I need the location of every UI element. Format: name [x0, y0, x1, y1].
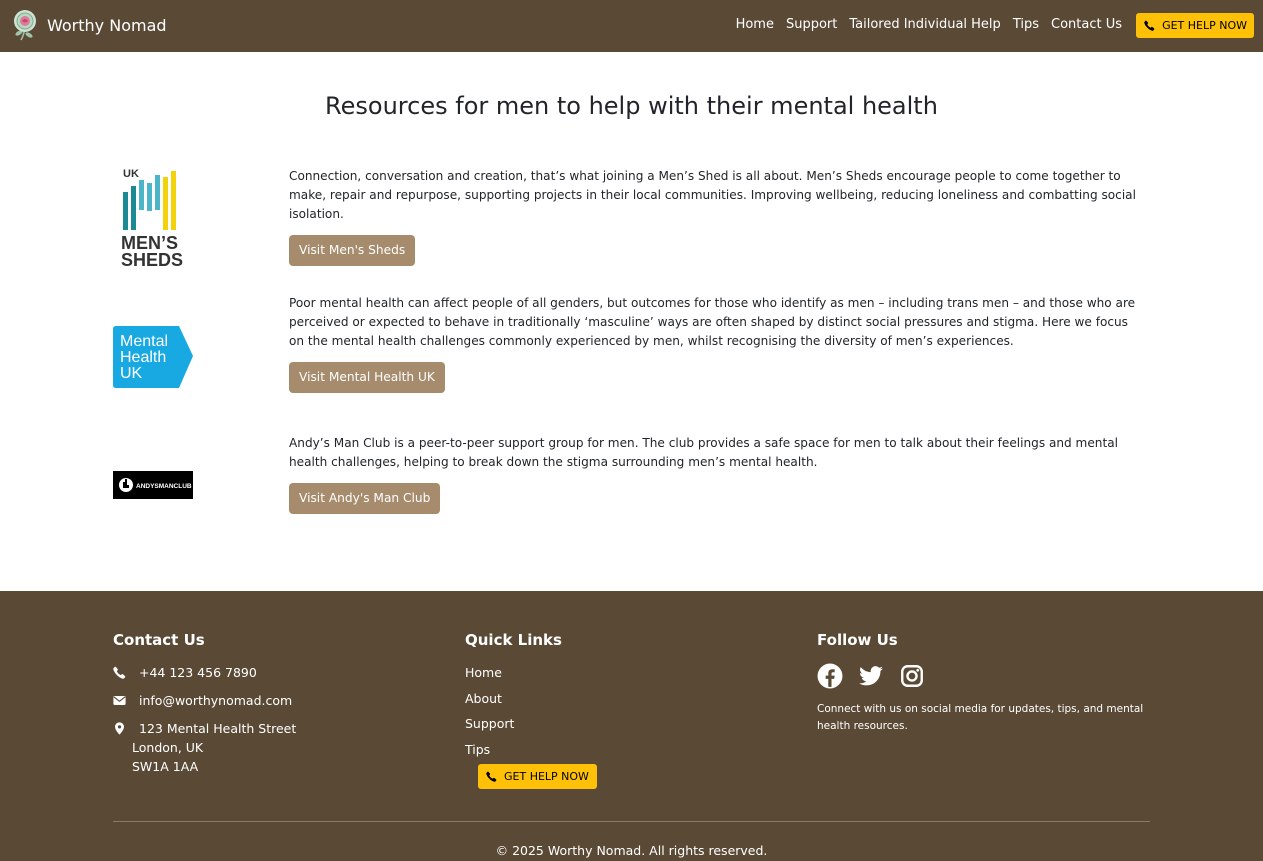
- instagram-icon[interactable]: [899, 663, 925, 689]
- andys-man-club-logo: ANDYSMANCLUB: [113, 471, 193, 499]
- svg-text:SHEDS: SHEDS: [121, 250, 183, 270]
- brand-link[interactable]: Worthy Nomad: [9, 9, 167, 41]
- svg-text:Health: Health: [120, 349, 166, 366]
- footer-quick-links: Quick Links Home About Support Tips: [465, 631, 562, 765]
- footer-get-help-now-button[interactable]: GET HELP NOW: [478, 764, 597, 789]
- nav-links: Home Support Tailored Individual Help Ti…: [724, 17, 1122, 32]
- contact-phone-text: +44 123 456 7890: [139, 665, 257, 680]
- footer-get-help-now-label: GET HELP NOW: [504, 770, 589, 783]
- navbar: Worthy Nomad Home Support Tailored Indiv…: [0, 0, 1263, 52]
- nav-link-tailored-help[interactable]: Tailored Individual Help: [849, 17, 1000, 32]
- footer-divider: [113, 821, 1150, 822]
- visit-andys-man-club-button[interactable]: Visit Andy's Man Club: [289, 483, 441, 514]
- social-icons: [817, 663, 1147, 689]
- contact-address-line3: SW1A 1AA: [132, 759, 199, 774]
- envelope-icon: [113, 696, 126, 705]
- svg-text:Mental: Mental: [120, 333, 168, 350]
- phone-icon: [486, 771, 497, 782]
- footer-link-about[interactable]: About: [465, 689, 562, 708]
- contact-email-text: info@worthynomad.com: [139, 693, 293, 708]
- mental-health-uk-logo: Mental Health UK: [113, 326, 193, 388]
- page-title: Resources for men to help with their men…: [325, 92, 938, 120]
- footer-follow-heading: Follow Us: [817, 631, 898, 649]
- rose-logo-icon: [14, 10, 36, 41]
- map-pin-icon: [115, 722, 124, 735]
- phone-icon: [1144, 20, 1155, 31]
- svg-text:ANDYSMANCLUB: ANDYSMANCLUB: [136, 483, 192, 490]
- nav-link-home[interactable]: Home: [736, 17, 774, 32]
- contact-address-line2: London, UK: [132, 740, 204, 755]
- footer-contact-heading: Contact Us: [113, 631, 205, 649]
- mens-sheds-logo: UK MEN’S SHEDS: [121, 168, 183, 270]
- visit-mental-health-uk-button[interactable]: Visit Mental Health UK: [289, 362, 445, 393]
- footer-follow: Follow Us Connect with us on social medi…: [817, 631, 1147, 735]
- visit-mens-sheds-button[interactable]: Visit Men's Sheds: [289, 235, 416, 266]
- contact-email: info@worthynomad.com: [113, 691, 296, 710]
- resource-body: Poor mental health can affect people of …: [289, 294, 1139, 393]
- footer: Contact Us +44 123 456 7890 info@worthyn…: [0, 591, 1263, 861]
- resource-description: Poor mental health can affect people of …: [289, 296, 1136, 348]
- follow-description: Connect with us on social media for upda…: [817, 703, 1144, 732]
- nav-link-support[interactable]: Support: [786, 17, 837, 32]
- resource-description: Andy’s Man Club is a peer-to-peer suppor…: [289, 436, 1118, 469]
- resource-body: Andy’s Man Club is a peer-to-peer suppor…: [289, 434, 1139, 514]
- get-help-now-label: GET HELP NOW: [1162, 19, 1247, 32]
- brand-name: Worthy Nomad: [47, 15, 167, 35]
- contact-address: 123 Mental Health Street: [113, 719, 296, 738]
- svg-text:UK: UK: [123, 168, 139, 180]
- get-help-now-button[interactable]: GET HELP NOW: [1136, 13, 1254, 38]
- nav-link-tips[interactable]: Tips: [1013, 17, 1039, 32]
- resource-body: Connection, conversation and creation, t…: [289, 167, 1139, 266]
- twitter-icon[interactable]: [858, 663, 884, 689]
- footer-quick-links-heading: Quick Links: [465, 631, 562, 649]
- contact-address-rest: London, UK SW1A 1AA: [113, 738, 296, 776]
- footer-link-support[interactable]: Support: [465, 714, 562, 733]
- contact-phone: +44 123 456 7890: [113, 663, 296, 682]
- phone-icon: [113, 666, 126, 679]
- contact-address-line1: 123 Mental Health Street: [139, 721, 297, 736]
- footer-contact: Contact Us +44 123 456 7890 info@worthyn…: [113, 631, 296, 776]
- footer-link-home[interactable]: Home: [465, 663, 562, 682]
- nav-link-contact[interactable]: Contact Us: [1051, 17, 1122, 32]
- copyright: © 2025 Worthy Nomad. All rights reserved…: [495, 843, 768, 858]
- resource-description: Connection, conversation and creation, t…: [289, 169, 1136, 221]
- footer-link-tips[interactable]: Tips: [465, 740, 562, 759]
- svg-text:UK: UK: [120, 365, 143, 382]
- facebook-icon[interactable]: [817, 663, 843, 689]
